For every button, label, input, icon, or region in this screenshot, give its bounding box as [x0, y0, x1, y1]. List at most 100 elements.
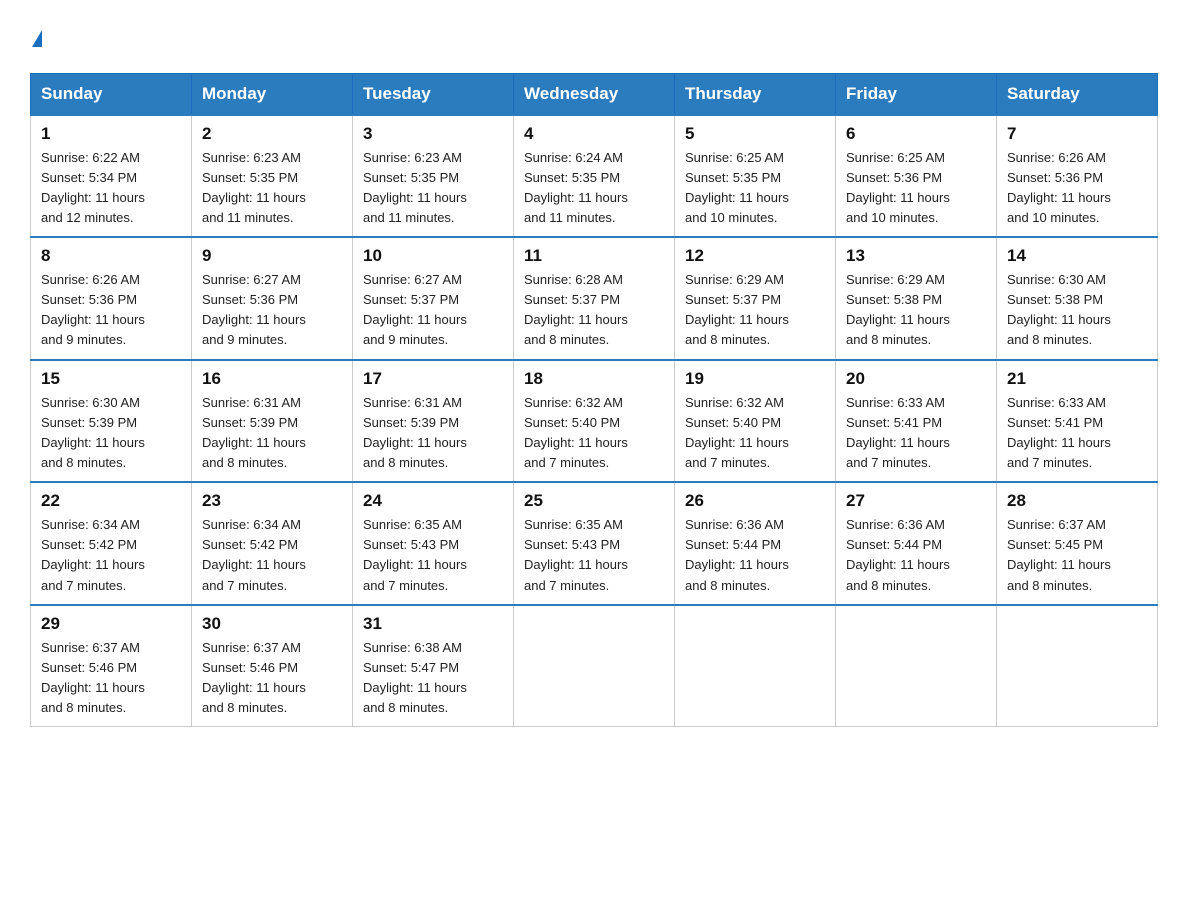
calendar-cell: 9 Sunrise: 6:27 AMSunset: 5:36 PMDaylight… — [192, 237, 353, 360]
day-info: Sunrise: 6:23 AMSunset: 5:35 PMDaylight:… — [363, 150, 467, 225]
day-number: 31 — [363, 614, 503, 634]
day-number: 1 — [41, 124, 181, 144]
calendar-cell: 28 Sunrise: 6:37 AMSunset: 5:45 PMDayligh… — [997, 482, 1158, 605]
calendar-cell — [836, 605, 997, 727]
calendar-cell: 15 Sunrise: 6:30 AMSunset: 5:39 PMDayligh… — [31, 360, 192, 483]
calendar-cell: 3 Sunrise: 6:23 AMSunset: 5:35 PMDaylight… — [353, 115, 514, 238]
day-number: 4 — [524, 124, 664, 144]
day-number: 27 — [846, 491, 986, 511]
day-number: 10 — [363, 246, 503, 266]
calendar-cell: 27 Sunrise: 6:36 AMSunset: 5:44 PMDayligh… — [836, 482, 997, 605]
week-row-5: 29 Sunrise: 6:37 AMSunset: 5:46 PMDayligh… — [31, 605, 1158, 727]
logo-triangle-icon — [32, 30, 42, 47]
day-number: 25 — [524, 491, 664, 511]
calendar-cell: 29 Sunrise: 6:37 AMSunset: 5:46 PMDayligh… — [31, 605, 192, 727]
day-number: 24 — [363, 491, 503, 511]
day-info: Sunrise: 6:23 AMSunset: 5:35 PMDaylight:… — [202, 150, 306, 225]
day-number: 11 — [524, 246, 664, 266]
page-header — [30, 20, 1158, 55]
calendar-cell: 25 Sunrise: 6:35 AMSunset: 5:43 PMDayligh… — [514, 482, 675, 605]
day-info: Sunrise: 6:34 AMSunset: 5:42 PMDaylight:… — [41, 517, 145, 592]
day-number: 15 — [41, 369, 181, 389]
day-number: 13 — [846, 246, 986, 266]
day-info: Sunrise: 6:37 AMSunset: 5:46 PMDaylight:… — [202, 640, 306, 715]
calendar-cell: 14 Sunrise: 6:30 AMSunset: 5:38 PMDayligh… — [997, 237, 1158, 360]
day-info: Sunrise: 6:30 AMSunset: 5:38 PMDaylight:… — [1007, 272, 1111, 347]
day-number: 26 — [685, 491, 825, 511]
day-info: Sunrise: 6:37 AMSunset: 5:45 PMDaylight:… — [1007, 517, 1111, 592]
calendar-cell — [675, 605, 836, 727]
calendar-table: SundayMondayTuesdayWednesdayThursdayFrid… — [30, 73, 1158, 728]
day-number: 22 — [41, 491, 181, 511]
logo — [30, 20, 42, 55]
header-tuesday: Tuesday — [353, 73, 514, 115]
calendar-cell: 4Sunrise: 6:24 AMSunset: 5:35 PMDaylight… — [514, 115, 675, 238]
day-info: Sunrise: 6:27 AMSunset: 5:37 PMDaylight:… — [363, 272, 467, 347]
week-row-2: 8 Sunrise: 6:26 AMSunset: 5:36 PMDaylight… — [31, 237, 1158, 360]
calendar-cell: 20Sunrise: 6:33 AMSunset: 5:41 PMDayligh… — [836, 360, 997, 483]
calendar-cell: 2Sunrise: 6:23 AMSunset: 5:35 PMDaylight… — [192, 115, 353, 238]
day-info: Sunrise: 6:29 AMSunset: 5:38 PMDaylight:… — [846, 272, 950, 347]
day-info: Sunrise: 6:25 AMSunset: 5:36 PMDaylight:… — [846, 150, 950, 225]
calendar-cell: 16Sunrise: 6:31 AMSunset: 5:39 PMDayligh… — [192, 360, 353, 483]
day-info: Sunrise: 6:34 AMSunset: 5:42 PMDaylight:… — [202, 517, 306, 592]
day-number: 19 — [685, 369, 825, 389]
day-info: Sunrise: 6:31 AMSunset: 5:39 PMDaylight:… — [363, 395, 467, 470]
calendar-cell: 18 Sunrise: 6:32 AMSunset: 5:40 PMDayligh… — [514, 360, 675, 483]
day-number: 8 — [41, 246, 181, 266]
calendar-cell: 11 Sunrise: 6:28 AMSunset: 5:37 PMDayligh… — [514, 237, 675, 360]
day-info: Sunrise: 6:32 AMSunset: 5:40 PMDaylight:… — [524, 395, 628, 470]
calendar-cell: 8 Sunrise: 6:26 AMSunset: 5:36 PMDaylight… — [31, 237, 192, 360]
day-number: 16 — [202, 369, 342, 389]
day-info: Sunrise: 6:32 AMSunset: 5:40 PMDaylight:… — [685, 395, 789, 470]
calendar-cell: 12 Sunrise: 6:29 AMSunset: 5:37 PMDayligh… — [675, 237, 836, 360]
week-row-4: 22 Sunrise: 6:34 AMSunset: 5:42 PMDayligh… — [31, 482, 1158, 605]
day-info: Sunrise: 6:35 AMSunset: 5:43 PMDaylight:… — [363, 517, 467, 592]
day-number: 21 — [1007, 369, 1147, 389]
header-sunday: Sunday — [31, 73, 192, 115]
calendar-cell: 10 Sunrise: 6:27 AMSunset: 5:37 PMDayligh… — [353, 237, 514, 360]
header-friday: Friday — [836, 73, 997, 115]
day-info: Sunrise: 6:22 AMSunset: 5:34 PMDaylight:… — [41, 150, 145, 225]
calendar-cell: 30 Sunrise: 6:37 AMSunset: 5:46 PMDayligh… — [192, 605, 353, 727]
day-info: Sunrise: 6:28 AMSunset: 5:37 PMDaylight:… — [524, 272, 628, 347]
day-info: Sunrise: 6:26 AMSunset: 5:36 PMDaylight:… — [1007, 150, 1111, 225]
calendar-cell: 7 Sunrise: 6:26 AMSunset: 5:36 PMDaylight… — [997, 115, 1158, 238]
calendar-cell: 17 Sunrise: 6:31 AMSunset: 5:39 PMDayligh… — [353, 360, 514, 483]
day-info: Sunrise: 6:26 AMSunset: 5:36 PMDaylight:… — [41, 272, 145, 347]
day-number: 23 — [202, 491, 342, 511]
day-number: 12 — [685, 246, 825, 266]
calendar-cell: 21Sunrise: 6:33 AMSunset: 5:41 PMDayligh… — [997, 360, 1158, 483]
header-monday: Monday — [192, 73, 353, 115]
day-info: Sunrise: 6:37 AMSunset: 5:46 PMDaylight:… — [41, 640, 145, 715]
day-info: Sunrise: 6:30 AMSunset: 5:39 PMDaylight:… — [41, 395, 145, 470]
day-info: Sunrise: 6:33 AMSunset: 5:41 PMDaylight:… — [846, 395, 950, 470]
day-number: 30 — [202, 614, 342, 634]
week-row-1: 1 Sunrise: 6:22 AMSunset: 5:34 PMDaylight… — [31, 115, 1158, 238]
calendar-cell: 1 Sunrise: 6:22 AMSunset: 5:34 PMDaylight… — [31, 115, 192, 238]
calendar-cell: 31Sunrise: 6:38 AMSunset: 5:47 PMDayligh… — [353, 605, 514, 727]
day-info: Sunrise: 6:36 AMSunset: 5:44 PMDaylight:… — [846, 517, 950, 592]
day-info: Sunrise: 6:25 AMSunset: 5:35 PMDaylight:… — [685, 150, 789, 225]
calendar-cell: 5Sunrise: 6:25 AMSunset: 5:35 PMDaylight… — [675, 115, 836, 238]
day-number: 9 — [202, 246, 342, 266]
day-info: Sunrise: 6:29 AMSunset: 5:37 PMDaylight:… — [685, 272, 789, 347]
calendar-cell: 6Sunrise: 6:25 AMSunset: 5:36 PMDaylight… — [836, 115, 997, 238]
calendar-cell: 22 Sunrise: 6:34 AMSunset: 5:42 PMDayligh… — [31, 482, 192, 605]
day-number: 29 — [41, 614, 181, 634]
day-info: Sunrise: 6:36 AMSunset: 5:44 PMDaylight:… — [685, 517, 789, 592]
day-number: 18 — [524, 369, 664, 389]
calendar-cell: 26 Sunrise: 6:36 AMSunset: 5:44 PMDayligh… — [675, 482, 836, 605]
calendar-cell: 19 Sunrise: 6:32 AMSunset: 5:40 PMDayligh… — [675, 360, 836, 483]
day-number: 3 — [363, 124, 503, 144]
day-number: 14 — [1007, 246, 1147, 266]
day-number: 17 — [363, 369, 503, 389]
calendar-cell — [997, 605, 1158, 727]
day-number: 28 — [1007, 491, 1147, 511]
day-info: Sunrise: 6:35 AMSunset: 5:43 PMDaylight:… — [524, 517, 628, 592]
days-of-week-row: SundayMondayTuesdayWednesdayThursdayFrid… — [31, 73, 1158, 115]
day-info: Sunrise: 6:27 AMSunset: 5:36 PMDaylight:… — [202, 272, 306, 347]
calendar-body: 1 Sunrise: 6:22 AMSunset: 5:34 PMDaylight… — [31, 115, 1158, 727]
day-number: 7 — [1007, 124, 1147, 144]
header-saturday: Saturday — [997, 73, 1158, 115]
